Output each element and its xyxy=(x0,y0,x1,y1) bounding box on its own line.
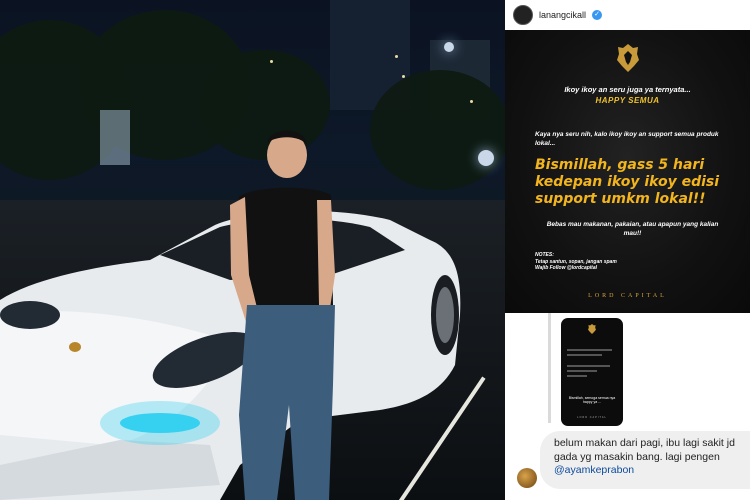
verified-badge-icon: ✓ xyxy=(592,10,603,20)
brand-name: LORD CAPITAL xyxy=(588,293,667,299)
story-line2: HAPPY SEMUA xyxy=(595,96,660,105)
message-mention[interactable]: @ayamkeprabon xyxy=(554,464,750,478)
city-light xyxy=(402,75,405,78)
message-line1: belum makan dari pagi, ibu lagi sakit jd xyxy=(554,437,735,449)
city-light xyxy=(395,55,398,58)
story-text1: Kaya nya seru nih, kalo ikoy ikoy an sup… xyxy=(535,131,719,147)
thumbnail-caption: Bismillah, semoga semua nya happy ya ... xyxy=(568,396,616,404)
thumbnail-text-lines xyxy=(567,346,617,380)
street-lamp xyxy=(444,42,454,52)
story-headline: Bismillah, gass 5 hari kedepan ikoy ikoy… xyxy=(535,157,720,207)
story-reply-thumbnail[interactable]: Bismillah, semoga semua nya happy ya ...… xyxy=(561,318,623,426)
direct-message-panel: Bismillah, semoga semua nya happy ya ...… xyxy=(505,313,750,500)
tree xyxy=(370,70,505,190)
message-line2: gada yg masakin bang. lagi pengen xyxy=(554,450,720,463)
city-light xyxy=(270,60,273,63)
city-light xyxy=(470,100,473,103)
street-lamp xyxy=(478,150,494,166)
lion-logo-icon xyxy=(617,44,639,72)
lion-logo-icon xyxy=(588,324,596,334)
man-in-black-shirt xyxy=(230,130,335,500)
story-notes: NOTES: Tetap santun, sopan, jangan spam … xyxy=(535,252,617,272)
story-line1: Ikoy ikoy an seru juga ya ternyata... xyxy=(564,85,691,94)
story-poster: Ikoy ikoy an seru juga ya ternyata... HA… xyxy=(505,30,750,313)
instagram-header: lanangcikall ✓ xyxy=(505,0,750,30)
notes-line2: Wajib Follow @lordcapital xyxy=(535,265,598,271)
building-window xyxy=(100,110,130,165)
profile-avatar[interactable] xyxy=(513,5,533,25)
username[interactable]: lanangcikall xyxy=(539,10,586,20)
message-bubble: belum makan dari pagi, ibu lagi sakit jd… xyxy=(540,431,750,489)
reply-bar xyxy=(548,313,551,423)
sender-avatar[interactable] xyxy=(517,468,537,488)
thumbnail-brand: LORD CAPITAL xyxy=(577,416,607,419)
car-photo xyxy=(0,0,505,500)
story-text2: Bebas mau makanan, pakaian, atau apapun … xyxy=(546,221,719,237)
